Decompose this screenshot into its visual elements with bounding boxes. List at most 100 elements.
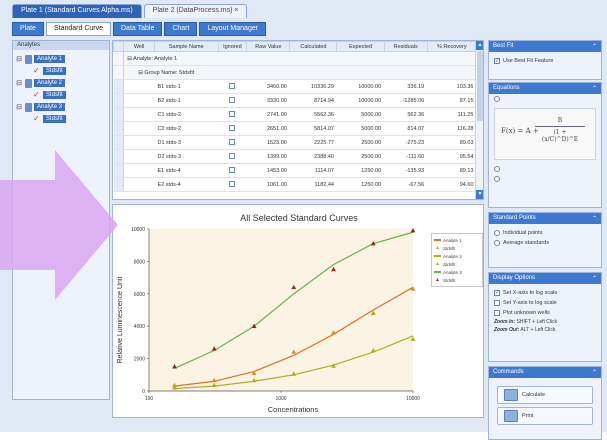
tab-layout-manager[interactable]: Layout Manager bbox=[199, 22, 267, 36]
radio-icon[interactable] bbox=[494, 230, 500, 236]
collapse-icon[interactable]: ⊟ bbox=[15, 79, 23, 87]
doc-tab-plate-2[interactable]: Plate 2 (DataProcess.ms) × bbox=[143, 4, 248, 18]
cell-recovery: 87.15 bbox=[427, 93, 477, 108]
ignored-checkbox[interactable] bbox=[229, 124, 236, 131]
y-tick-label: 10000 bbox=[131, 227, 145, 233]
tree-item-analyte-3[interactable]: ⊟ Analyte 3 bbox=[15, 101, 107, 113]
table-cell bbox=[123, 107, 155, 122]
group-row-name[interactable]: ⊟ Group Name: Stdsfit bbox=[113, 65, 477, 80]
tab-chart[interactable]: Chart bbox=[164, 22, 198, 36]
radio-icon[interactable] bbox=[494, 176, 500, 182]
individual-points-option[interactable]: Individual points bbox=[489, 224, 601, 238]
table-cell bbox=[123, 93, 155, 108]
y-tick-label: 6000 bbox=[134, 292, 145, 298]
tree-item-analyte-1[interactable]: ⊟ Analyte 1 bbox=[15, 53, 107, 65]
calculator-icon bbox=[504, 389, 518, 401]
column-header-residuals[interactable]: Residuals bbox=[383, 41, 428, 52]
y-log-scale-option[interactable]: Set Y-axis to log scale bbox=[489, 298, 601, 308]
radio-icon[interactable] bbox=[494, 96, 500, 102]
legend-swatch bbox=[434, 271, 441, 273]
tab-plate[interactable]: Plate bbox=[12, 22, 44, 36]
scroll-thumb[interactable] bbox=[477, 51, 483, 121]
column-header-expected[interactable]: Expected bbox=[336, 41, 385, 52]
table-header-row: Well Sample Name Ignored Raw Value Calcu… bbox=[113, 41, 478, 52]
legend-swatch bbox=[434, 239, 441, 241]
ignored-checkbox[interactable] bbox=[229, 82, 236, 89]
tree-item-stdsfit-1[interactable]: ✓ Stdsfit bbox=[15, 65, 107, 77]
ignored-checkbox[interactable] bbox=[229, 180, 236, 187]
tab-standard-curve[interactable]: Standard Curve bbox=[45, 22, 111, 36]
collapse-icon[interactable]: ⊟ bbox=[15, 55, 23, 63]
tree-item-stdsfit-3[interactable]: ✓ Stdsfit bbox=[15, 113, 107, 125]
ignored-checkbox[interactable] bbox=[229, 96, 236, 103]
row-selector[interactable] bbox=[113, 79, 125, 94]
table-row[interactable]: B1 stds-1 3460.00 10336.29 10000.00 336.19 10… bbox=[113, 79, 477, 94]
zoom-out-key: Zoom Out: bbox=[494, 327, 520, 333]
row-selector[interactable] bbox=[113, 51, 125, 66]
table-row[interactable]: D2 stds-3 1399.00 2388.40 2500.00 -111.60 95.… bbox=[113, 149, 477, 164]
standard-curve-chart: All Selected Standard Curves 0 2000 4000 60… bbox=[112, 204, 484, 418]
cell-calculated: 1182.44 bbox=[289, 177, 337, 192]
table-row[interactable]: C2 stds-2 2651.00 5814.07 5000.00 814.07 116.… bbox=[113, 121, 477, 136]
cell-expected: 10000.00 bbox=[336, 79, 385, 94]
radio-icon[interactable] bbox=[494, 166, 500, 172]
display-options-header[interactable]: Display Options ⌃ bbox=[489, 273, 601, 284]
group-row-analyte[interactable]: ⊟ Analyte: Analyte 1 bbox=[113, 51, 477, 66]
column-header-ignored[interactable]: Ignored bbox=[217, 41, 248, 52]
tab-data-table[interactable]: Data Table bbox=[113, 22, 163, 36]
checkbox-icon[interactable]: ✓ bbox=[494, 58, 500, 64]
equation-option[interactable] bbox=[489, 94, 601, 104]
ignored-checkbox[interactable] bbox=[229, 138, 236, 145]
row-selector[interactable] bbox=[113, 93, 125, 108]
grid-scrollbar[interactable]: ▲ ▼ bbox=[475, 41, 483, 199]
calculate-button[interactable]: Calculate bbox=[497, 386, 593, 404]
column-header-well[interactable]: Well bbox=[123, 41, 155, 52]
best-fit-header[interactable]: Best Fit ⌃ bbox=[489, 41, 601, 52]
scroll-up-icon[interactable]: ▲ bbox=[476, 41, 483, 50]
column-header-raw-value[interactable]: Raw Value bbox=[246, 41, 291, 52]
equation-option[interactable] bbox=[489, 174, 601, 184]
table-cell bbox=[123, 79, 155, 94]
cell-recovery: 89.03 bbox=[427, 135, 477, 150]
row-selector[interactable] bbox=[113, 65, 125, 80]
x-axis-label: Concentrations bbox=[267, 405, 319, 414]
doc-tab-plate-2-label: Plate 2 (DataProcess.ms) bbox=[152, 7, 233, 14]
row-selector[interactable] bbox=[113, 135, 125, 150]
collapse-icon[interactable]: ⊟ bbox=[15, 103, 23, 111]
tree-item-analyte-2[interactable]: ⊟ Analyte 2 bbox=[15, 77, 107, 89]
print-button[interactable]: Print bbox=[497, 407, 593, 425]
doc-tab-plate-1[interactable]: Plate 1 (Standard Curves Alpha.ms) bbox=[12, 4, 142, 18]
checkbox-icon[interactable] bbox=[494, 310, 500, 316]
standard-points-header[interactable]: Standard Points ⌃ bbox=[489, 213, 601, 224]
collapse-arrow-icon: ⌃ bbox=[591, 370, 597, 376]
checkbox-icon[interactable] bbox=[494, 300, 500, 306]
table-row[interactable]: E2 stds-4 1061.00 1182.44 1250.00 -67.56 94.6… bbox=[113, 177, 477, 192]
table-row[interactable]: B2 stds-1 3330.00 8714.94 10000.00 -1285.06 8… bbox=[113, 93, 477, 108]
commands-header[interactable]: Commands ⌃ bbox=[489, 367, 601, 378]
row-selector[interactable] bbox=[113, 107, 125, 122]
close-icon[interactable]: × bbox=[234, 7, 238, 14]
equations-header[interactable]: Equations ⌃ bbox=[489, 83, 601, 94]
ignored-checkbox[interactable] bbox=[229, 152, 236, 159]
x-log-scale-option[interactable]: ✓ Set X-axis to log scale bbox=[489, 284, 601, 298]
scroll-down-icon[interactable]: ▼ bbox=[476, 190, 483, 199]
column-header-calculated[interactable]: Calculated bbox=[289, 41, 338, 52]
equation-option[interactable] bbox=[489, 164, 601, 174]
cell-sample-name: B2 stds-1 bbox=[154, 93, 219, 108]
average-standards-option[interactable]: Average standards bbox=[489, 238, 601, 248]
table-row[interactable]: D1 stds-3 1523.00 2225.77 2500.00 -275.23 89.… bbox=[113, 135, 477, 150]
radio-icon[interactable] bbox=[494, 240, 500, 246]
ignored-checkbox[interactable] bbox=[229, 166, 236, 173]
display-options-section: Display Options ⌃ ✓ Set X-axis to log scal… bbox=[488, 272, 602, 362]
column-header-sample-name[interactable]: Sample Name bbox=[154, 41, 219, 52]
tree-item-stdsfit-2[interactable]: ✓ Stdsfit bbox=[15, 89, 107, 101]
row-selector[interactable] bbox=[113, 121, 125, 136]
table-row[interactable]: E1 stds-4 1453.00 1114.07 1250.00 -135.93 89.… bbox=[113, 163, 477, 178]
legend-swatch: ▲ bbox=[435, 245, 440, 251]
checkbox-icon[interactable]: ✓ bbox=[494, 290, 500, 296]
ignored-checkbox[interactable] bbox=[229, 110, 236, 117]
plot-unknown-wells-option[interactable]: Plot unknown wells bbox=[489, 308, 601, 318]
column-header-recovery[interactable]: % Recovery bbox=[426, 41, 478, 52]
table-row[interactable]: C1 stds-2 2741.00 5562.36 5000.00 562.36 111.… bbox=[113, 107, 477, 122]
use-best-fit-option[interactable]: ✓ Use Best Fit Feature bbox=[489, 52, 601, 66]
